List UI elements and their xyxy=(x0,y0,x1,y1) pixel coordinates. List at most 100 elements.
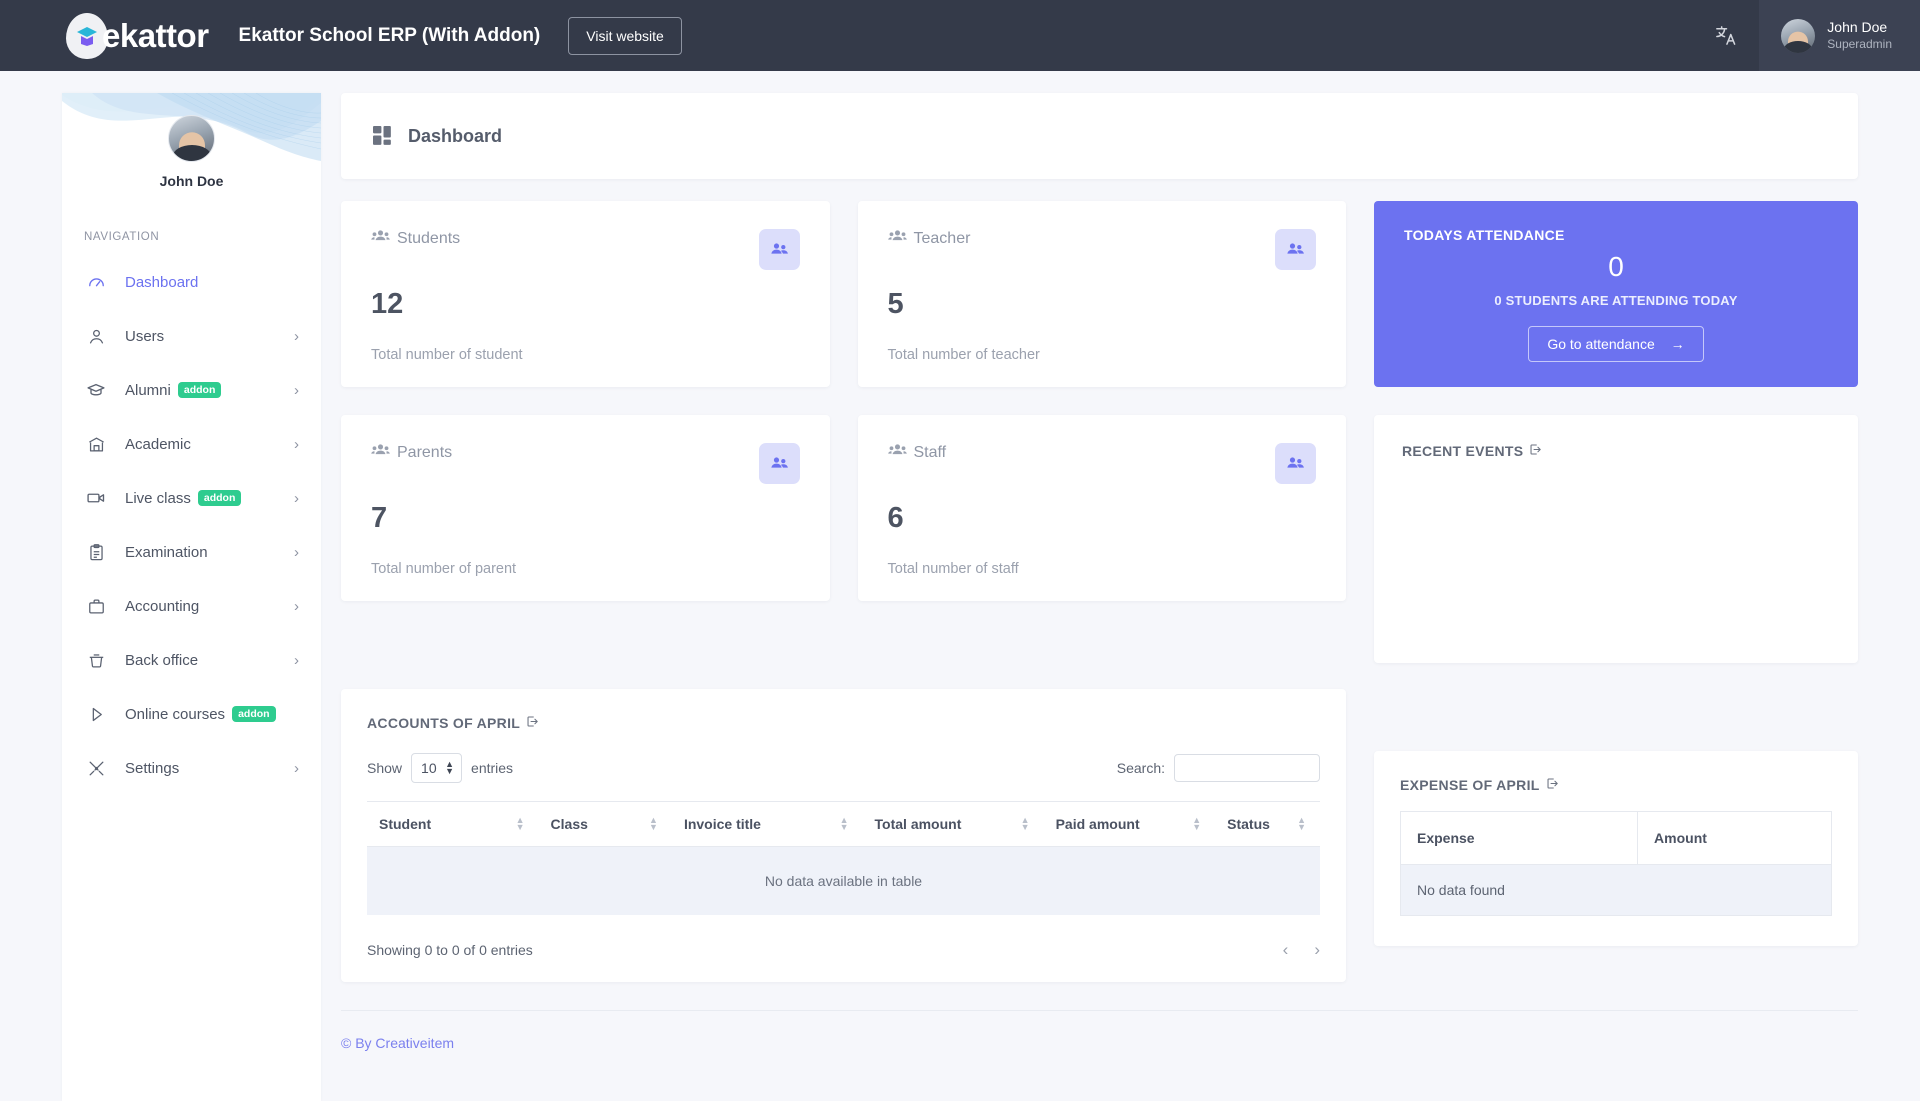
sidebar-item-examination[interactable]: Examination › xyxy=(62,525,321,579)
briefcase-icon xyxy=(85,595,107,617)
dashboard-grid: Students 12 Total number of student Teac… xyxy=(341,201,1858,982)
user-icon xyxy=(85,325,107,347)
column-header-invoice-title[interactable]: Invoice title ▲ ▼ xyxy=(671,801,863,847)
stat-card-students[interactable]: Students 12 Total number of student xyxy=(341,201,830,387)
main-content: Dashboard Students 12 Total number of st… xyxy=(321,71,1920,1101)
column-header-status[interactable]: Status ▲ ▼ xyxy=(1215,801,1320,847)
sidebar-item-alumni[interactable]: Alumni addon › xyxy=(62,363,321,417)
footer-credit-link[interactable]: © By Creativeitem xyxy=(341,1035,454,1051)
arrow-right-icon: → xyxy=(1670,336,1685,352)
sidebar-item-academic[interactable]: Academic › xyxy=(62,417,321,471)
sidebar-item-label: Alumni xyxy=(125,381,171,399)
column-header-total-amount[interactable]: Total amount ▲ ▼ xyxy=(862,801,1044,847)
sidebar-item-online-courses[interactable]: Online courses addon xyxy=(62,687,321,741)
avatar xyxy=(168,115,215,162)
column-header-amount: Amount xyxy=(1637,811,1832,865)
top-bar: ekattor Ekattor School ERP (With Addon) … xyxy=(0,0,1920,71)
stat-card-staff[interactable]: Staff 6 Total number of staff xyxy=(857,415,1346,601)
sidebar-item-settings[interactable]: Settings › xyxy=(62,741,321,795)
stat-subtitle: Total number of parent xyxy=(371,561,517,577)
stat-card-teacher[interactable]: Teacher 5 Total number of teacher xyxy=(857,201,1346,387)
page-layout: John Doe NAVIGATION Dashboard Users › Al… xyxy=(0,71,1920,1101)
sidebar-item-live-class[interactable]: Live class addon › xyxy=(62,471,321,525)
stat-label: Teacher xyxy=(913,230,971,247)
pagination-previous[interactable]: ‹ xyxy=(1283,941,1289,958)
sidebar-item-dashboard[interactable]: Dashboard xyxy=(62,255,321,309)
stat-card-parents[interactable]: Parents 7 Total number of parent xyxy=(341,415,830,601)
stat-label: Staff xyxy=(913,444,947,461)
dashboard-speed-icon xyxy=(85,271,107,293)
sidebar-item-label: Back office xyxy=(125,651,199,669)
chevron-right-icon: › xyxy=(294,327,299,345)
stat-value: 12 xyxy=(371,288,404,320)
people-icon xyxy=(887,229,907,249)
video-camera-icon xyxy=(85,487,107,509)
table-empty-row: No data found xyxy=(1400,864,1832,916)
sort-icon: ▲ ▼ xyxy=(1192,815,1202,832)
search-group: Search: xyxy=(1117,754,1320,782)
table-empty-row: No data available in table xyxy=(367,846,1320,915)
sidebar-profile: John Doe xyxy=(62,93,321,189)
page-length-select[interactable]: 10 xyxy=(411,753,463,783)
sidebar-column: John Doe NAVIGATION Dashboard Users › Al… xyxy=(0,71,321,1101)
chevron-right-icon: › xyxy=(294,435,299,453)
pagination-next[interactable]: › xyxy=(1314,941,1320,958)
table-header-row: Expense Amount xyxy=(1399,811,1832,865)
stat-row-bottom: Parents 7 Total number of parent Staff 6… xyxy=(341,415,1346,601)
column-label: Student xyxy=(379,816,432,832)
people-icon xyxy=(887,443,907,463)
recent-events-panel: RECENT EVENTS xyxy=(1374,415,1858,663)
go-to-attendance-button[interactable]: Go to attendance → xyxy=(1528,326,1704,362)
brand[interactable]: ekattor xyxy=(66,12,209,59)
addon-badge: addon xyxy=(232,705,276,723)
user-name: John Doe xyxy=(1827,19,1888,36)
dashboard-left-column: Students 12 Total number of student Teac… xyxy=(341,201,1346,982)
sidebar-item-users[interactable]: Users › xyxy=(62,309,321,363)
sidebar-item-label: Dashboard xyxy=(125,273,199,291)
tools-cross-icon xyxy=(85,757,107,779)
stat-row-top: Students 12 Total number of student Teac… xyxy=(341,201,1346,387)
search-label: Search: xyxy=(1116,760,1165,776)
sidebar-item-accounting[interactable]: Accounting › xyxy=(62,579,321,633)
column-header-student[interactable]: Student ▲ ▼ xyxy=(367,801,539,847)
people-icon xyxy=(1275,229,1316,270)
avatar xyxy=(1781,18,1816,53)
sidebar-item-label: Online courses xyxy=(125,705,226,723)
page-title: Dashboard xyxy=(408,125,503,146)
dashboard-right-column: TODAYS ATTENDANCE 0 0 STUDENTS ARE ATTEN… xyxy=(1374,201,1858,946)
external-link-icon[interactable] xyxy=(1546,777,1559,793)
stat-value: 5 xyxy=(887,288,904,320)
graduation-cap-icon xyxy=(85,379,107,401)
column-header-class[interactable]: Class ▲ ▼ xyxy=(538,801,672,847)
user-menu[interactable]: John Doe Superadmin xyxy=(1759,0,1920,71)
column-header-expense: Expense xyxy=(1399,811,1639,865)
stat-label: Students xyxy=(397,230,461,247)
column-label: Total amount xyxy=(874,816,962,832)
expense-panel-title: EXPENSE OF APRIL xyxy=(1400,777,1832,793)
addon-badge: addon xyxy=(177,381,222,399)
chevron-right-icon: › xyxy=(294,759,299,777)
table-info: Showing 0 to 0 of 0 entries xyxy=(367,941,533,958)
translate-icon[interactable] xyxy=(1692,24,1759,47)
school-building-icon xyxy=(85,433,107,455)
navigation-section-label: NAVIGATION xyxy=(84,231,160,243)
app-title: Ekattor School ERP (With Addon) xyxy=(238,24,541,46)
sidebar: John Doe NAVIGATION Dashboard Users › Al… xyxy=(62,93,321,1101)
external-link-icon[interactable] xyxy=(1529,443,1542,459)
sidebar-item-label: Examination xyxy=(125,543,208,561)
page-length-group: Show 10 ▲ ▼ entries xyxy=(367,753,513,783)
chevron-right-icon: › xyxy=(294,381,299,399)
panel-title-text: ACCOUNTS OF APRIL xyxy=(367,715,521,731)
column-header-paid-amount[interactable]: Paid amount ▲ ▼ xyxy=(1043,801,1216,847)
sidebar-item-label: Academic xyxy=(125,435,191,453)
show-label: Show xyxy=(367,760,403,776)
panel-title-text: RECENT EVENTS xyxy=(1402,443,1524,459)
search-input[interactable] xyxy=(1174,754,1320,782)
chevron-right-icon: › xyxy=(294,597,299,615)
table-empty-message: No data found xyxy=(1400,864,1832,916)
visit-website-button[interactable]: Visit website xyxy=(568,16,682,55)
sidebar-item-back-office[interactable]: Back office › xyxy=(62,633,321,687)
people-icon xyxy=(758,443,800,484)
external-link-icon[interactable] xyxy=(526,715,539,731)
entries-label: entries xyxy=(471,760,514,776)
